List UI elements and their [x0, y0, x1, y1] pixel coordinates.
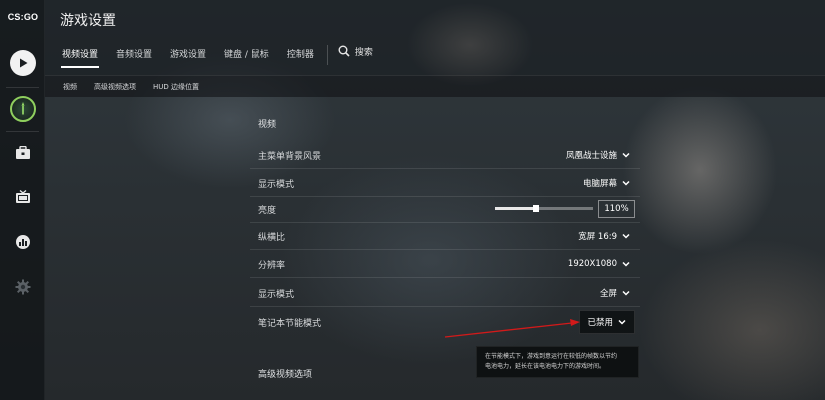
aspect-ratio-dropdown[interactable]: 宽屏 16:9 [574, 226, 635, 246]
tooltip-line: 电池电力，延长在该电池电力下的游戏时间。 [485, 362, 606, 370]
display-mode-dropdown[interactable]: 电脑屏幕 [579, 173, 635, 193]
setting-label: 显示模式 [258, 290, 295, 300]
play-icon [9, 50, 36, 76]
game-logo: CS:GO [7, 12, 39, 22]
brightness-slider[interactable] [495, 205, 593, 212]
settings-tabs: 视频设置 音频设置 游戏设置 键盘 / 鼠标 控制器 搜索 [53, 44, 379, 68]
chevron-down-icon [622, 290, 630, 296]
video-subnav: 视频 高级视频选项 HUD 边缘位置 [45, 75, 825, 97]
tv-icon [15, 190, 30, 203]
tab-controller[interactable]: 控制器 [278, 44, 323, 68]
chevron-down-icon [622, 261, 630, 267]
chevron-down-icon [618, 319, 626, 325]
chevron-down-icon [622, 180, 630, 186]
section-title-advanced-video: 高级视频选项 [258, 370, 313, 380]
slider-fill [495, 207, 537, 210]
tooltip-line: 在节能模式下，游戏到意运行在较低的帧数以节约 [485, 353, 618, 360]
inventory-button[interactable] [0, 131, 45, 175]
menu-background-dropdown[interactable]: 凤凰战士设施 [562, 145, 635, 165]
chevron-down-icon [622, 233, 630, 239]
setting-label: 主菜单背景风景 [258, 152, 322, 162]
search-label: 搜索 [354, 48, 373, 58]
stats-button[interactable] [0, 220, 45, 264]
setting-row-laptop-power-saving: 笔记本节能模式 已禁用 [250, 309, 640, 336]
setting-row-display-mode: 显示模式 电脑屏幕 [250, 170, 640, 197]
subnav-video[interactable]: 视频 [63, 82, 77, 92]
tab-video[interactable]: 视频设置 [53, 44, 107, 68]
play-button[interactable] [0, 41, 45, 85]
left-navigation-rail: CS:GO [0, 0, 45, 400]
dropdown-value: 已禁用 [587, 318, 613, 328]
section-title-video: 视频 [258, 120, 277, 130]
search-icon [338, 45, 350, 57]
fullscreen-mode-dropdown[interactable]: 全屏 [596, 283, 635, 303]
dropdown-value: 全屏 [599, 289, 617, 299]
setting-label: 笔记本节能模式 [258, 319, 322, 329]
power-saving-tooltip: 在节能模式下，游戏到意运行在较低的帧数以节约 电池电力，延长在该电池电力下的游戏… [476, 346, 639, 378]
gear-icon [15, 279, 30, 295]
chevron-down-icon [622, 152, 630, 158]
setting-label: 显示模式 [258, 180, 295, 190]
setting-label: 亮度 [258, 206, 277, 216]
inventory-icon [15, 146, 30, 159]
settings-header: 游戏设置 视频设置 音频设置 游戏设置 键盘 / 鼠标 控制器 搜索 [45, 0, 825, 75]
tab-game[interactable]: 游戏设置 [161, 44, 215, 68]
settings-button[interactable] [0, 265, 45, 309]
watch-button[interactable] [0, 175, 45, 219]
stats-icon [15, 235, 30, 249]
setting-label: 分辨率 [258, 261, 286, 271]
dropdown-value: 电脑屏幕 [582, 179, 617, 189]
search-button[interactable]: 搜索 [332, 44, 379, 68]
setting-row-menu-background: 主菜单背景风景 凤凰战士设施 [250, 142, 640, 169]
tab-keyboard-mouse[interactable]: 键盘 / 鼠标 [215, 44, 278, 68]
setting-row-display-mode-fullscreen: 显示模式 全屏 [250, 280, 640, 307]
dropdown-value: 宽屏 16:9 [578, 232, 617, 242]
rank-icon [9, 96, 36, 122]
subnav-advanced-video[interactable]: 高级视频选项 [94, 82, 136, 92]
rank-button[interactable] [0, 87, 45, 131]
slider-handle[interactable] [533, 205, 540, 212]
subnav-hud-edge[interactable]: HUD 边缘位置 [153, 82, 199, 92]
setting-row-brightness: 亮度 110% [250, 196, 640, 223]
power-saving-dropdown[interactable]: 已禁用 [579, 310, 635, 334]
dropdown-value: 1920X1080 [567, 259, 617, 269]
tab-divider [326, 45, 328, 65]
resolution-dropdown[interactable]: 1920X1080 [564, 254, 635, 274]
page-title: 游戏设置 [60, 13, 116, 29]
setting-row-resolution: 分辨率 1920X1080 [250, 251, 640, 278]
setting-label: 纵横比 [258, 233, 286, 243]
tab-audio[interactable]: 音频设置 [107, 44, 161, 68]
dropdown-value: 凤凰战士设施 [565, 151, 617, 161]
brightness-value-input[interactable]: 110% [598, 200, 635, 218]
setting-row-aspect-ratio: 纵横比 宽屏 16:9 [250, 223, 640, 250]
